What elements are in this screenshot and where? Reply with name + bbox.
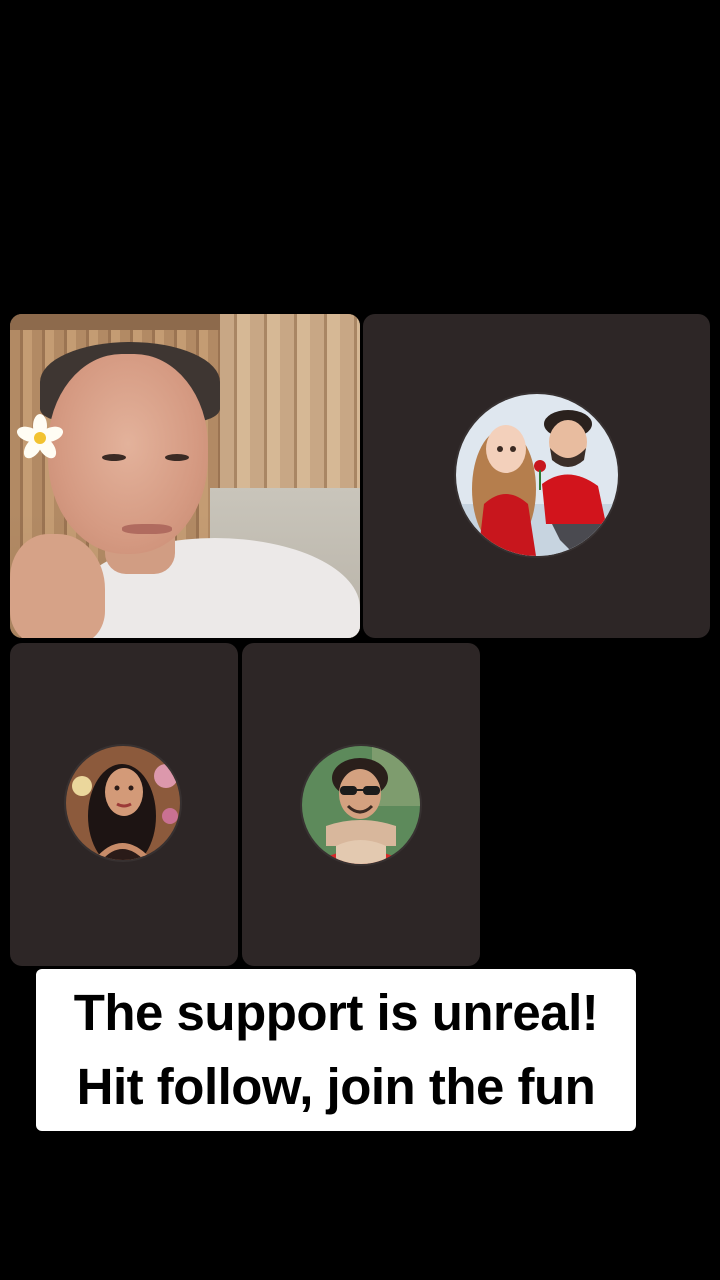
caption-line-2: Hit follow, join the fun [76, 1058, 596, 1115]
caption-box: The support is unreal! Hit follow, join … [36, 969, 636, 1131]
video-feed [10, 314, 360, 638]
flower-icon [16, 414, 64, 459]
woman-avatar[interactable] [66, 746, 180, 860]
man-sunglasses-avatar[interactable] [302, 746, 420, 864]
caption-line-1: The support is unreal! [73, 984, 599, 1041]
couple-cartoon-avatar[interactable] [456, 394, 618, 556]
participant-tile-video[interactable] [10, 314, 360, 638]
